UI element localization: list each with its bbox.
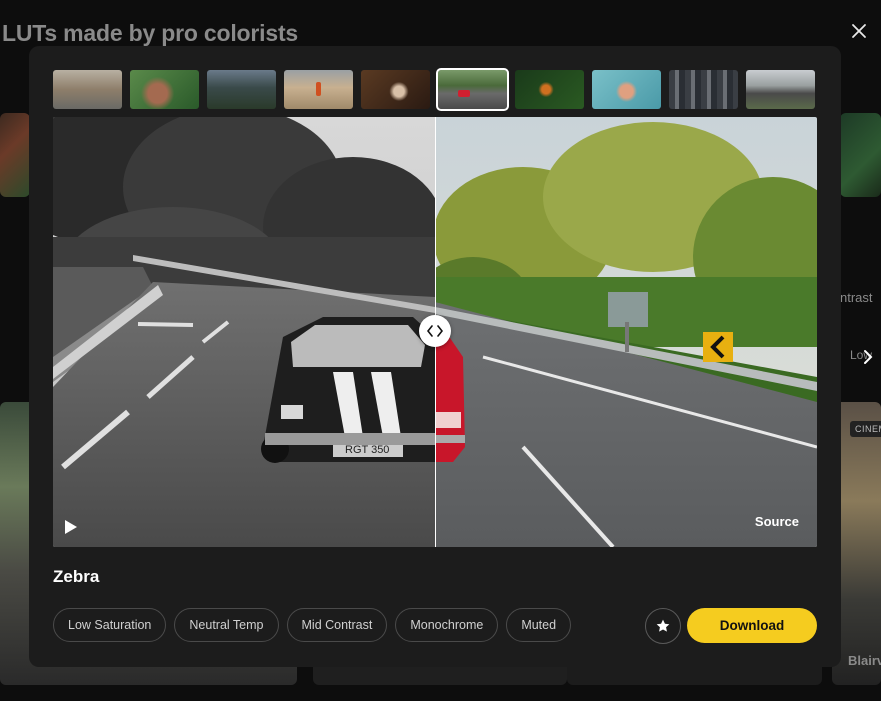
background-card	[840, 113, 881, 197]
thumbnail-portrait-grass[interactable]	[130, 70, 199, 109]
thumbnail-mountain-road[interactable]	[207, 70, 276, 109]
tag-mid-contrast[interactable]: Mid Contrast	[286, 608, 388, 642]
thumbnail-desert-figure[interactable]	[284, 70, 353, 109]
thumbnail-red-car-road[interactable]	[436, 68, 509, 111]
page-title: LUTs made by pro colorists	[2, 20, 298, 46]
tag-muted[interactable]: Muted	[506, 608, 572, 642]
tag-low-saturation[interactable]: Low Saturation	[53, 608, 167, 642]
thumbnail-orange-flower[interactable]	[515, 70, 584, 109]
tag-list: Low Saturation Neutral Temp Mid Contrast…	[53, 608, 572, 642]
lut-name: Zebra	[53, 567, 100, 586]
tag-neutral-temp[interactable]: Neutral Temp	[174, 608, 279, 642]
lut-preview-modal: RGT 350 Source Zebra Low Saturation Neut…	[29, 46, 841, 667]
tag-monochrome[interactable]: Monochrome	[395, 608, 499, 642]
background-card	[0, 113, 30, 197]
before-after-preview[interactable]: RGT 350 Source	[53, 117, 817, 547]
thumbnail-city-towers[interactable]	[669, 70, 738, 109]
thumbnail-highway[interactable]	[746, 70, 815, 109]
play-icon[interactable]	[63, 518, 79, 536]
source-label: Source	[754, 514, 799, 529]
split-handle-icon[interactable]	[419, 315, 451, 347]
svg-text:RGT 350: RGT 350	[345, 444, 389, 456]
thumbnail-strip	[53, 68, 815, 111]
background-badge: CINEM	[850, 421, 881, 437]
favorite-button[interactable]	[645, 608, 681, 644]
star-icon	[656, 619, 670, 632]
thumbnail-woman-phone[interactable]	[361, 70, 430, 109]
background-card-title: Blairv	[848, 653, 881, 668]
close-icon[interactable]	[848, 20, 870, 42]
download-button[interactable]: Download	[687, 608, 817, 643]
thumbnail-city-street[interactable]	[53, 70, 122, 109]
background-tag-text: ntrast	[840, 290, 873, 305]
chevron-right-icon[interactable]	[858, 347, 878, 367]
thumbnail-girl-teal[interactable]	[592, 70, 661, 109]
